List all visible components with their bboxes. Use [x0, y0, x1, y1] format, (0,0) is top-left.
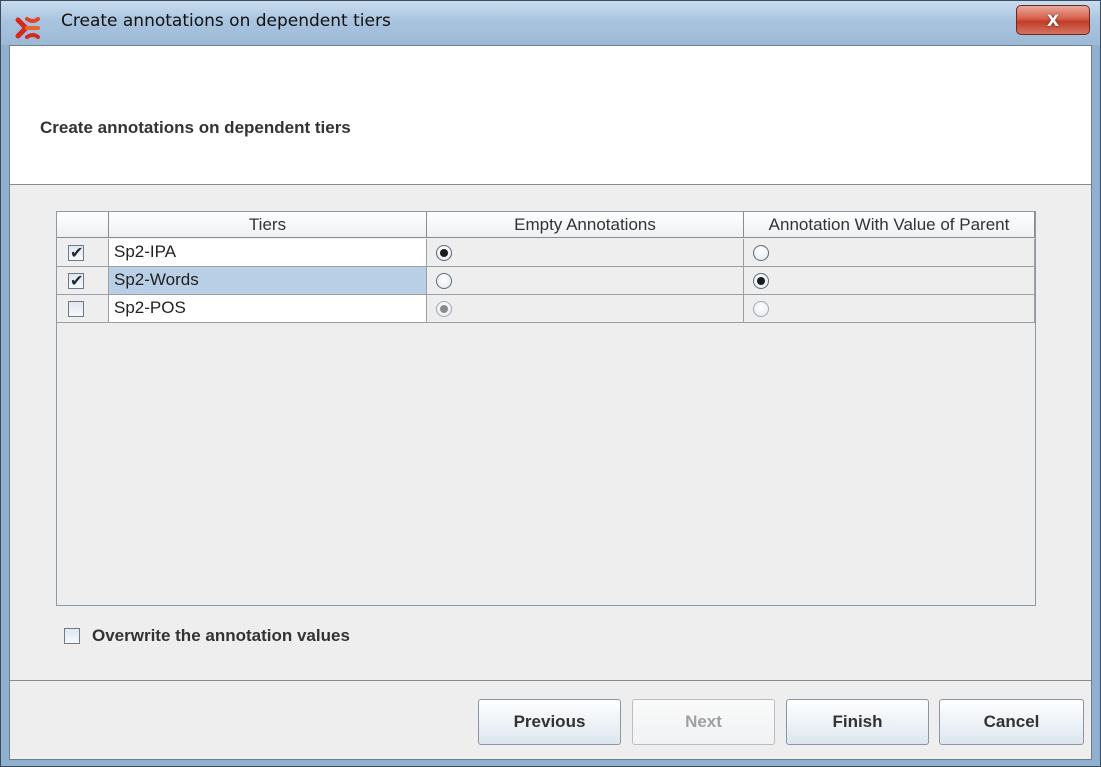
elan-app-icon — [15, 17, 40, 39]
close-button[interactable]: X — [1016, 5, 1090, 35]
column-header-select[interactable] — [57, 212, 109, 238]
column-header-empty-annotations[interactable]: Empty Annotations — [427, 212, 744, 238]
tier-name: Sp2-Words — [114, 270, 199, 289]
tier-name-cell[interactable]: Sp2-IPA — [109, 239, 427, 267]
empty-annotation-radio-cell — [427, 295, 744, 323]
button-separator — [10, 680, 1091, 681]
close-icon: X — [1046, 10, 1060, 30]
table-row[interactable]: Sp2-POS — [57, 295, 1035, 323]
window-title: Create annotations on dependent tiers — [61, 11, 391, 31]
checkmark-icon: ✔ — [70, 271, 84, 290]
parent-value-radio-cell — [744, 295, 1035, 323]
wizard-header: Create annotations on dependent tiers — [10, 46, 1091, 185]
column-header-tiers[interactable]: Tiers — [109, 212, 427, 238]
empty-annotation-radio[interactable] — [436, 301, 452, 317]
title-bar[interactable]: Create annotations on dependent tiers X — [1, 1, 1100, 45]
overwrite-checkbox[interactable] — [64, 628, 80, 644]
tier-name: Sp2-POS — [114, 298, 186, 317]
tier-name-cell[interactable]: Sp2-POS — [109, 295, 427, 323]
parent-value-radio[interactable] — [753, 245, 769, 261]
finish-button[interactable]: Finish — [786, 699, 929, 745]
empty-annotation-radio-cell — [427, 267, 744, 295]
cancel-button[interactable]: Cancel — [939, 699, 1084, 745]
dialog-window: Create annotations on dependent tiers X … — [0, 0, 1101, 767]
parent-value-radio-cell — [744, 239, 1035, 267]
tier-checkbox[interactable] — [68, 301, 84, 317]
tier-checkbox[interactable]: ✔ — [68, 271, 84, 290]
checkmark-icon: ✔ — [70, 243, 84, 262]
parent-value-radio[interactable] — [753, 301, 769, 317]
row-checkbox-cell: ✔ — [57, 239, 109, 267]
empty-annotation-radio[interactable] — [436, 273, 452, 289]
wizard-step-title: Create annotations on dependent tiers — [40, 118, 351, 137]
row-checkbox-cell: ✔ — [57, 267, 109, 295]
tier-checkbox[interactable]: ✔ — [68, 243, 84, 262]
empty-annotation-radio[interactable] — [436, 245, 452, 261]
tier-name: Sp2-IPA — [114, 242, 177, 261]
tier-name-cell[interactable]: Sp2-Words — [109, 267, 427, 295]
column-header-parent-value[interactable]: Annotation With Value of Parent — [744, 212, 1035, 238]
empty-annotation-radio-cell — [427, 239, 744, 267]
dialog-content: Create annotations on dependent tiers Ti… — [9, 45, 1092, 760]
table-header: Tiers Empty Annotations Annotation With … — [57, 212, 1035, 239]
tiers-table: Tiers Empty Annotations Annotation With … — [56, 211, 1036, 606]
parent-value-radio[interactable] — [753, 273, 769, 289]
table-row[interactable]: ✔ Sp2-Words — [57, 267, 1035, 295]
next-button[interactable]: Next — [632, 699, 775, 745]
overwrite-label[interactable]: Overwrite the annotation values — [92, 626, 350, 646]
row-checkbox-cell — [57, 295, 109, 323]
parent-value-radio-cell — [744, 267, 1035, 295]
previous-button[interactable]: Previous — [478, 699, 621, 745]
table-row[interactable]: ✔ Sp2-IPA — [57, 239, 1035, 267]
